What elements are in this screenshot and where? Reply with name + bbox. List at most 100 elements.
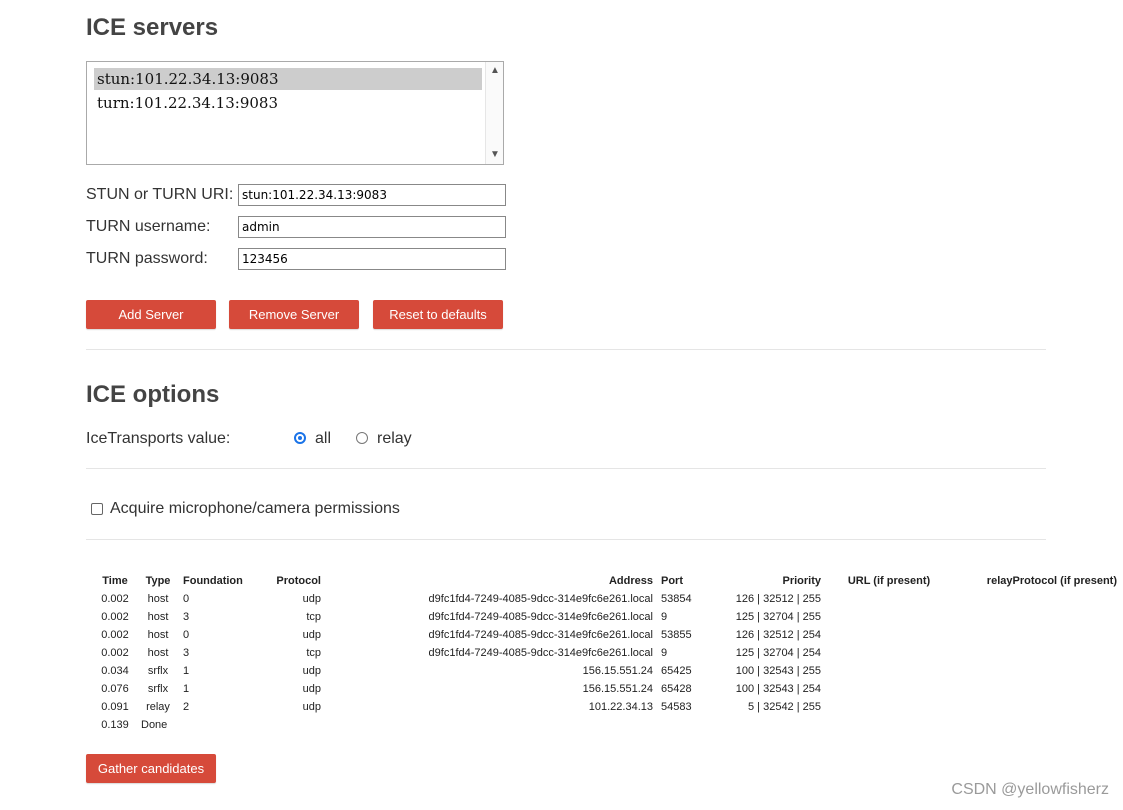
password-input[interactable]: [238, 248, 506, 270]
cell-relay-protocol: [953, 680, 1121, 698]
scroll-up-icon[interactable]: ▲: [490, 66, 500, 76]
cell-address: 101.22.34.13: [588, 701, 653, 713]
table-row: 0.002 host 3 tcp d9fc1fd4-7249-4085-9dcc…: [93, 608, 1121, 626]
cell-address: d9fc1fd4-7249-4085-9dcc-314e9fc6e261.loc…: [428, 647, 653, 659]
cell-protocol: tcp: [306, 611, 321, 623]
cell-port: 65428: [661, 683, 692, 695]
radio-all[interactable]: [294, 432, 306, 444]
cell-time: 0.076: [101, 683, 129, 695]
cell-time: 0.034: [101, 665, 129, 677]
cell-relay-protocol: [953, 626, 1121, 644]
cell-relay-protocol: [953, 608, 1121, 626]
ice-transports-label: IceTransports value:: [86, 430, 231, 447]
password-label: TURN password:: [86, 250, 208, 267]
cell-url: [825, 680, 953, 698]
cell-url: [825, 626, 953, 644]
radio-relay[interactable]: [356, 432, 368, 444]
table-row: 0.034 srflx 1 udp 156.15.551.24 65425 10…: [93, 662, 1121, 680]
cell-port: 53855: [661, 629, 692, 641]
uri-label: STUN or TURN URI:: [86, 186, 234, 203]
cell-address: d9fc1fd4-7249-4085-9dcc-314e9fc6e261.loc…: [428, 611, 653, 623]
section-divider: [86, 539, 1046, 540]
cell-relay-protocol: [953, 662, 1121, 680]
cell-type: host: [147, 629, 169, 641]
server-list-item[interactable]: turn:101.22.34.13:9083: [94, 92, 482, 114]
cell-foundation: 0: [183, 629, 190, 641]
cell-foundation: 1: [183, 683, 190, 695]
cell-protocol: udp: [302, 593, 321, 605]
cell-url: [825, 644, 953, 662]
cell-foundation: 1: [183, 665, 190, 677]
add-server-button[interactable]: Add Server: [86, 300, 216, 329]
done-label: Done: [141, 719, 168, 731]
cell-relay-protocol: [953, 644, 1121, 662]
cell-priority: 126 | 32512 | 255: [735, 593, 821, 605]
table-row-done: 0.139 Done: [93, 716, 1121, 734]
cell-time: 0.002: [101, 647, 129, 659]
header-protocol: Protocol: [276, 575, 321, 587]
gather-candidates-button[interactable]: Gather candidates: [86, 754, 216, 783]
cell-url: [825, 662, 953, 680]
cell-address: d9fc1fd4-7249-4085-9dcc-314e9fc6e261.loc…: [428, 593, 653, 605]
cell-protocol: tcp: [306, 647, 321, 659]
cell-priority: 125 | 32704 | 254: [735, 647, 821, 659]
cell-foundation: 2: [183, 701, 190, 713]
cell-protocol: udp: [302, 629, 321, 641]
header-port: Port: [661, 575, 683, 587]
radio-relay-label[interactable]: relay: [377, 430, 412, 448]
candidates-table: Time Type Foundation Protocol Address Po…: [93, 572, 1121, 734]
cell-address: 156.15.551.24: [582, 665, 653, 677]
table-row: 0.076 srflx 1 udp 156.15.551.24 65428 10…: [93, 680, 1121, 698]
cell-relay-protocol: [953, 698, 1121, 716]
server-list-item[interactable]: stun:101.22.34.13:9083: [94, 68, 482, 90]
cell-foundation: 3: [183, 611, 190, 623]
cell-url: [825, 698, 953, 716]
cell-url: [825, 608, 953, 626]
cell-type: host: [147, 593, 169, 605]
cell-priority: 100 | 32543 | 255: [735, 665, 821, 677]
permissions-label[interactable]: Acquire microphone/camera permissions: [110, 500, 400, 518]
section-divider: [86, 468, 1046, 469]
cell-priority: 5 | 32542 | 255: [748, 701, 821, 713]
listbox-scrollbar[interactable]: ▲ ▼: [485, 62, 503, 164]
cell-port: 9: [661, 611, 668, 623]
header-priority: Priority: [782, 575, 821, 587]
cell-time: 0.002: [101, 611, 129, 623]
cell-relay-protocol: [953, 590, 1121, 608]
radio-all-label[interactable]: all: [315, 430, 331, 448]
username-label: TURN username:: [86, 218, 211, 235]
username-input[interactable]: [238, 216, 506, 238]
table-row: 0.002 host 0 udp d9fc1fd4-7249-4085-9dcc…: [93, 590, 1121, 608]
reset-defaults-button[interactable]: Reset to defaults: [373, 300, 503, 329]
cell-foundation: 0: [183, 593, 190, 605]
header-url: URL (if present): [847, 575, 931, 587]
cell-address: d9fc1fd4-7249-4085-9dcc-314e9fc6e261.loc…: [428, 629, 653, 641]
cell-priority: 100 | 32543 | 254: [735, 683, 821, 695]
cell-time: 0.091: [101, 701, 129, 713]
scroll-down-icon[interactable]: ▼: [490, 150, 500, 160]
cell-protocol: udp: [302, 683, 321, 695]
remove-server-button[interactable]: Remove Server: [229, 300, 359, 329]
table-header-row: Time Type Foundation Protocol Address Po…: [93, 572, 1121, 590]
uri-input[interactable]: [238, 184, 506, 206]
cell-priority: 125 | 32704 | 255: [735, 611, 821, 623]
cell-type: relay: [146, 701, 170, 713]
ice-servers-heading: ICE servers: [86, 14, 219, 41]
table-row: 0.002 host 3 tcp d9fc1fd4-7249-4085-9dcc…: [93, 644, 1121, 662]
cell-address: 156.15.551.24: [582, 683, 653, 695]
cell-foundation: 3: [183, 647, 190, 659]
permissions-checkbox[interactable]: [91, 503, 103, 515]
watermark: CSDN @yellowfisherz: [951, 781, 1109, 798]
cell-type: host: [147, 647, 169, 659]
cell-type: srflx: [147, 665, 169, 677]
header-relay-protocol: relayProtocol (if present): [986, 575, 1117, 587]
cell-type: srflx: [147, 683, 169, 695]
cell-port: 54583: [661, 701, 692, 713]
ice-server-listbox[interactable]: stun:101.22.34.13:9083 turn:101.22.34.13…: [86, 61, 504, 165]
section-divider: [86, 349, 1046, 350]
cell-port: 53854: [661, 593, 692, 605]
table-row: 0.091 relay 2 udp 101.22.34.13 54583 5 |…: [93, 698, 1121, 716]
ice-options-heading: ICE options: [86, 381, 220, 408]
cell-port: 65425: [661, 665, 692, 677]
cell-priority: 126 | 32512 | 254: [735, 629, 821, 641]
